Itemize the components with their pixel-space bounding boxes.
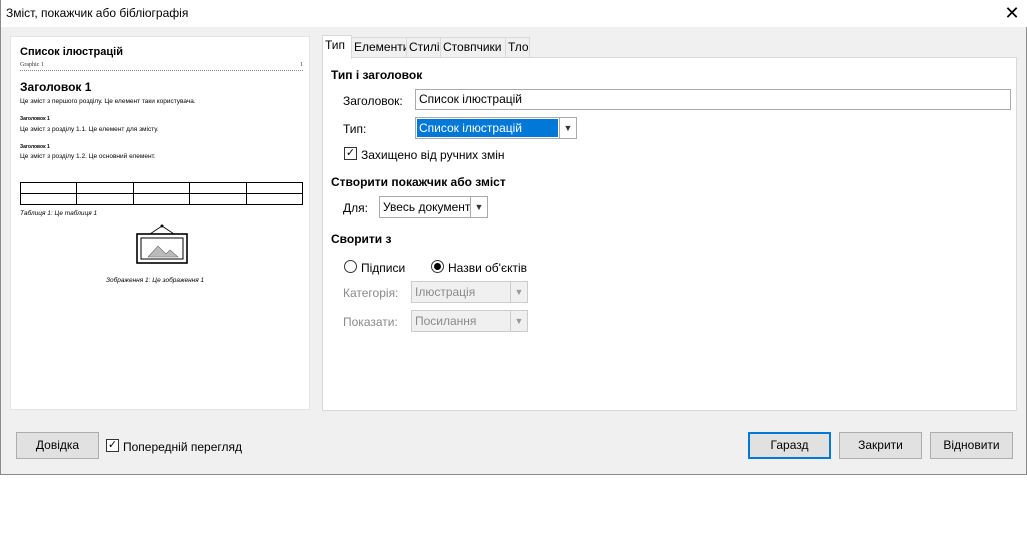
preview-image-caption: Зображення 1: Це зображення 1 <box>106 277 205 284</box>
preview-checkbox-label: Попередній перегляд <box>123 440 243 454</box>
category-select-value: Ілюстрація <box>415 285 476 299</box>
captions-radio[interactable] <box>344 260 357 273</box>
protect-label: Захищено від ручних змін <box>361 148 505 162</box>
tab-columns[interactable]: Стовпчики <box>440 37 506 58</box>
reset-button[interactable]: Відновити <box>930 432 1013 459</box>
type-label: Тип: <box>343 122 367 136</box>
preview-heading12: Заголовок 1 <box>20 144 50 150</box>
preview-checkbox[interactable]: ✓ <box>106 439 119 452</box>
type-select-value: Список ілюстрацій <box>417 119 558 137</box>
create-section-heading: Створити покажчик або зміст <box>331 175 506 189</box>
category-label: Категорія: <box>343 286 399 300</box>
window-title: Зміст, покажчик або бібліографія <box>6 6 189 20</box>
preview-heading1: Заголовок 1 <box>20 80 92 94</box>
display-select[interactable]: Посилання ▼ <box>411 310 528 332</box>
captions-label: Підписи <box>361 261 406 275</box>
tab-styles[interactable]: Стилі <box>406 37 441 58</box>
type-section-heading: Тип і заголовок <box>331 68 423 82</box>
preview-table-caption: Таблиця 1: Це таблиця 1 <box>20 210 98 217</box>
object-names-label: Назви об'єктів <box>448 261 528 275</box>
chevron-down-icon: ▼ <box>510 282 527 302</box>
preview-title: Список ілюстрацій <box>20 46 123 58</box>
close-button[interactable]: Закрити <box>839 432 922 459</box>
preview-text12: Це зміст з розділу 1.2. Це основний елем… <box>20 153 156 160</box>
close-icon[interactable]: ✕ <box>996 0 1027 27</box>
preview-heading11: Заголовок 1 <box>20 116 50 122</box>
tab-entries[interactable]: Елементи <box>351 37 409 58</box>
type-select[interactable]: Список ілюстрацій ▼ <box>415 117 577 139</box>
for-select[interactable]: Увесь документ ▼ <box>379 196 488 218</box>
chevron-down-icon: ▼ <box>470 197 487 217</box>
preview-table <box>19 182 304 205</box>
preview-entry: Graphic 1 1 <box>20 62 303 71</box>
for-select-value: Увесь документ <box>383 200 471 214</box>
category-select[interactable]: Ілюстрація ▼ <box>411 281 528 303</box>
object-names-radio[interactable] <box>431 260 444 273</box>
ok-button[interactable]: Гаразд <box>748 432 831 459</box>
title-label: Заголовок: <box>343 94 403 108</box>
chevron-down-icon: ▼ <box>559 118 576 138</box>
title-bar: Зміст, покажчик або бібліографія ✕ <box>1 0 1027 27</box>
for-label: Для: <box>343 201 368 215</box>
preview-entry-label: Graphic 1 <box>20 62 44 68</box>
tab-panel: Тип і заголовок Заголовок: Список ілюстр… <box>322 57 1017 411</box>
protect-checkbox[interactable]: ✓ <box>344 147 357 160</box>
preview-text1: Це зміст з першого розділу. Це елемент т… <box>20 98 196 105</box>
picture-icon <box>136 224 188 264</box>
display-label: Показати: <box>343 315 398 329</box>
tab-type[interactable]: Тип <box>322 35 352 59</box>
radio-dot <box>434 263 441 270</box>
help-button[interactable]: Довідка <box>16 432 99 459</box>
display-select-value: Посилання <box>415 314 477 328</box>
tab-background[interactable]: Тло <box>505 37 530 58</box>
title-input[interactable]: Список ілюстрацій <box>415 89 1011 110</box>
preview-text11: Це зміст з розділу 1.1. Це елемент для з… <box>20 126 159 133</box>
preview-pane: Список ілюстрацій Graphic 1 1 Заголовок … <box>10 36 310 410</box>
from-section-heading: Сворити з <box>331 232 392 246</box>
preview-entry-page: 1 <box>300 62 303 68</box>
dialog-window: Зміст, покажчик або бібліографія ✕ Списо… <box>0 0 1027 475</box>
chevron-down-icon: ▼ <box>510 311 527 331</box>
